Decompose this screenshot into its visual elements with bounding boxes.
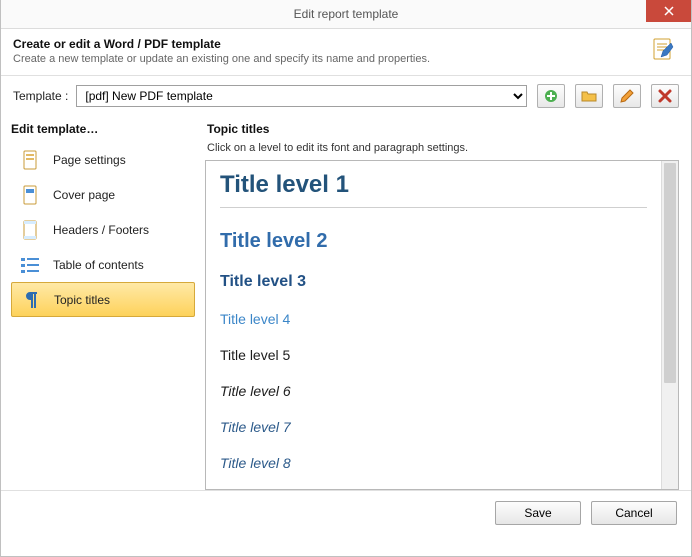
- template-select[interactable]: [pdf] New PDF template: [76, 85, 527, 107]
- sidebar-item-table-of-contents[interactable]: Table of contents: [11, 247, 195, 282]
- scrollbar-thumb[interactable]: [664, 163, 676, 383]
- title-level-6[interactable]: Title level 6: [220, 379, 661, 403]
- title-level-4[interactable]: Title level 4: [220, 307, 661, 331]
- close-icon: [664, 6, 674, 16]
- sidebar: Edit template… Page settings Cover page …: [1, 118, 201, 490]
- title-level-3[interactable]: Title level 3: [220, 269, 661, 295]
- title-level-2[interactable]: Title level 2: [220, 226, 661, 257]
- pencil-icon: [619, 88, 635, 104]
- template-label: Template :: [13, 89, 68, 103]
- dialog-footer: Save Cancel: [1, 490, 691, 534]
- pilcrow-icon: [18, 287, 44, 313]
- right-column: Topic titles Click on a level to edit it…: [201, 118, 691, 490]
- folder-icon: [581, 88, 597, 104]
- cover-page-icon: [17, 182, 43, 208]
- title-bar: Edit report template: [1, 0, 691, 29]
- window-title: Edit report template: [294, 7, 399, 21]
- plus-icon: [543, 88, 559, 104]
- toc-icon: [17, 252, 43, 278]
- open-template-button[interactable]: [575, 84, 603, 108]
- title-level-8[interactable]: Title level 8: [220, 451, 661, 475]
- close-button[interactable]: [646, 0, 691, 22]
- title-level-7[interactable]: Title level 7: [220, 415, 661, 439]
- sidebar-item-cover-page[interactable]: Cover page: [11, 177, 195, 212]
- new-template-button[interactable]: [537, 84, 565, 108]
- title-level-5[interactable]: Title level 5: [220, 343, 661, 367]
- sidebar-item-topic-titles[interactable]: Topic titles: [11, 282, 195, 317]
- dialog-header: Create or edit a Word / PDF template Cre…: [1, 29, 691, 76]
- sidebar-item-label: Headers / Footers: [53, 223, 149, 237]
- save-button[interactable]: Save: [495, 501, 581, 525]
- header-heading: Create or edit a Word / PDF template: [13, 37, 679, 51]
- header-icon: [651, 37, 677, 63]
- main-area: Edit template… Page settings Cover page …: [1, 118, 691, 490]
- section-hint: Click on a level to edit its font and pa…: [207, 142, 679, 154]
- sidebar-item-headers-footers[interactable]: Headers / Footers: [11, 212, 195, 247]
- edit-template-button[interactable]: [613, 84, 641, 108]
- headers-footers-icon: [17, 217, 43, 243]
- section-title: Topic titles: [207, 122, 679, 136]
- template-row: Template : [pdf] New PDF template: [1, 76, 691, 118]
- delete-template-button[interactable]: [651, 84, 679, 108]
- cancel-button[interactable]: Cancel: [591, 501, 677, 525]
- scrollbar[interactable]: [661, 161, 678, 489]
- sidebar-item-label: Table of contents: [53, 258, 144, 272]
- sidebar-item-label: Topic titles: [54, 293, 110, 307]
- sidebar-item-label: Cover page: [53, 188, 115, 202]
- header-subtext: Create a new template or update an exist…: [13, 53, 679, 65]
- page-settings-icon: [17, 147, 43, 173]
- title-level-1[interactable]: Title level 1: [220, 167, 647, 208]
- levels-list: Title level 1 Title level 2 Title level …: [206, 161, 661, 489]
- sidebar-item-label: Page settings: [53, 153, 126, 167]
- levels-panel: Title level 1 Title level 2 Title level …: [205, 160, 679, 490]
- sidebar-title: Edit template…: [11, 122, 195, 136]
- sidebar-item-page-settings[interactable]: Page settings: [11, 142, 195, 177]
- delete-icon: [657, 88, 673, 104]
